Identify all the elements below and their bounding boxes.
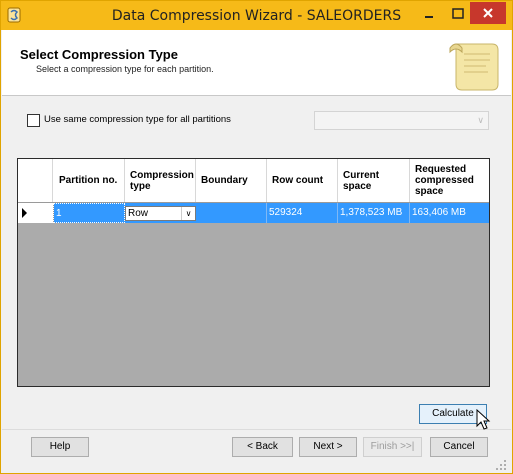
resize-grip-icon[interactable] bbox=[495, 459, 507, 471]
cell-current-space[interactable]: 1,378,523 MB bbox=[338, 203, 410, 223]
grid-header: Partition no. Compression type Boundary … bbox=[18, 159, 489, 203]
minimize-icon[interactable] bbox=[419, 5, 439, 23]
scroll-icon bbox=[449, 43, 499, 91]
footer-divider bbox=[2, 429, 511, 430]
page-title: Select Compression Type bbox=[20, 47, 178, 62]
help-button[interactable]: Help bbox=[31, 437, 89, 457]
partitions-grid[interactable]: Partition no. Compression type Boundary … bbox=[17, 158, 490, 387]
column-row-count[interactable]: Row count bbox=[267, 159, 338, 202]
next-button[interactable]: Next > bbox=[299, 437, 357, 457]
row-header-corner bbox=[18, 159, 53, 202]
same-compression-label: Use same compression type for all partit… bbox=[44, 114, 231, 125]
all-partitions-compression-select: ∨ bbox=[314, 111, 489, 130]
cancel-button[interactable]: Cancel bbox=[430, 437, 488, 457]
wizard-window: Data Compression Wizard - SALEORDERS Sel… bbox=[0, 0, 513, 474]
page-subtitle: Select a compression type for each parti… bbox=[36, 64, 214, 74]
mouse-pointer-icon bbox=[476, 409, 491, 430]
chevron-down-icon[interactable]: ∨ bbox=[181, 207, 195, 220]
column-compression-type[interactable]: Compression type bbox=[125, 159, 196, 202]
chevron-down-icon: ∨ bbox=[477, 115, 484, 125]
cell-requested-space[interactable]: 163,406 MB bbox=[410, 203, 489, 223]
close-icon[interactable] bbox=[470, 2, 506, 24]
cell-row-count[interactable]: 529324 bbox=[267, 203, 338, 223]
column-requested-space[interactable]: Requested compressed space bbox=[410, 159, 489, 202]
cell-partition-no[interactable]: 1 bbox=[53, 203, 125, 223]
table-row[interactable]: 1 Row ∨ 529324 1,378,523 MB 163,406 MB bbox=[18, 203, 489, 223]
title-bar[interactable]: Data Compression Wizard - SALEORDERS bbox=[1, 1, 512, 30]
column-partition-no[interactable]: Partition no. bbox=[53, 159, 125, 202]
cell-boundary[interactable] bbox=[196, 203, 267, 223]
row-selector[interactable] bbox=[18, 203, 54, 223]
back-button[interactable]: < Back bbox=[232, 437, 293, 457]
same-compression-checkbox[interactable] bbox=[27, 114, 40, 127]
finish-button[interactable]: Finish >>| bbox=[363, 437, 422, 457]
column-boundary[interactable]: Boundary bbox=[196, 159, 267, 202]
current-row-icon bbox=[22, 208, 27, 218]
compression-type-select[interactable]: Row ∨ bbox=[125, 206, 196, 221]
compression-type-value: Row bbox=[128, 208, 149, 219]
column-current-space[interactable]: Current space bbox=[338, 159, 410, 202]
maximize-icon[interactable] bbox=[448, 5, 468, 23]
wizard-header: Select Compression Type Select a compres… bbox=[2, 30, 511, 96]
